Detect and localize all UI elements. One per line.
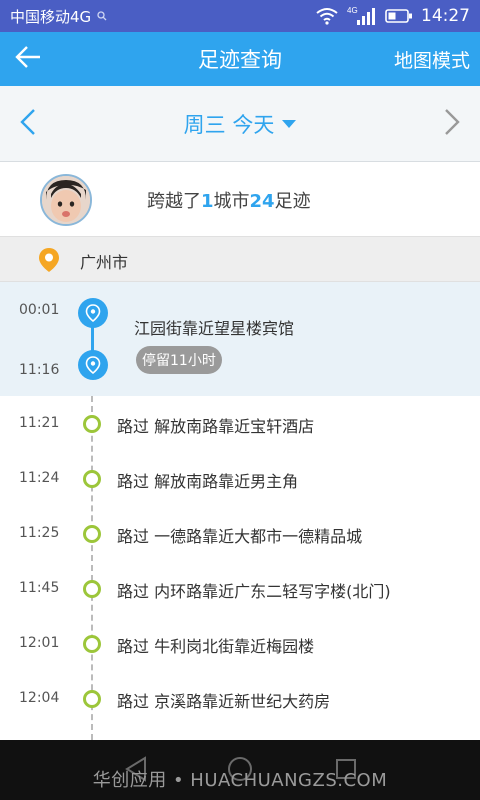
footprint-list: 11:21 路过 解放南路靠近宝轩酒店 11:24 路过 解放南路靠近男主角 1… (0, 396, 480, 740)
location-pin-icon (78, 350, 108, 380)
date-picker: 周三 今天 (0, 109, 480, 139)
city-header: 广州市 (0, 236, 480, 282)
avatar[interactable] (40, 174, 92, 226)
footprint-count: 24 (249, 191, 275, 212)
location-pin-icon (78, 298, 108, 328)
status-right-group: 4G 14:27 (315, 6, 470, 26)
list-item[interactable]: 12:04 路过 京溪路靠近新世纪大药房 (0, 671, 480, 726)
stay-place: 江园街靠近望星楼宾馆 (134, 319, 295, 338)
item-label: 路过 一德路靠近大都市一德精品城 (117, 527, 363, 546)
chevron-right-icon (443, 108, 461, 140)
item-time: 11:25 (19, 525, 60, 541)
item-time: 11:24 (19, 470, 60, 486)
item-label: 路过 内环路靠近广东二轻写字楼(北门) (117, 582, 391, 601)
summary-middle: 城市 (213, 191, 250, 212)
map-mode-button[interactable]: 地图模式 (394, 46, 480, 73)
city-count: 1 (201, 191, 214, 212)
clock: 14:27 (421, 6, 470, 26)
chevron-left-icon (19, 108, 37, 140)
stay-entry[interactable]: 00:01 11:16 江园街靠近望星楼宾馆 停留11小时 (0, 282, 480, 396)
search-icon (97, 11, 107, 21)
item-label: 路过 牛利岗北街靠近梅园楼 (117, 637, 315, 656)
ring-dot-icon (83, 525, 101, 543)
ring-dot-icon (83, 690, 101, 708)
summary-suffix: 足迹 (274, 191, 311, 212)
wifi-icon (315, 7, 339, 25)
item-label: 路过 解放南路靠近宝轩酒店 (117, 417, 315, 436)
city-name: 广州市 (80, 253, 129, 272)
item-time: 11:21 (19, 415, 60, 431)
item-time: 12:01 (19, 635, 60, 651)
list-item[interactable]: 11:45 路过 内环路靠近广东二轻写字楼(北门) (0, 561, 480, 616)
list-item[interactable]: 11:25 路过 一德路靠近大都市一德精品城 (0, 506, 480, 561)
ring-dot-icon (83, 580, 101, 598)
network-type: 4G (347, 6, 358, 15)
ring-dot-icon (83, 635, 101, 653)
triangle-back-icon (124, 756, 148, 786)
item-time: 12:04 (19, 690, 60, 706)
summary-text: 跨越了1城市24足迹 (147, 187, 311, 213)
item-time: 11:45 (19, 580, 60, 596)
nav-back-button[interactable] (116, 756, 156, 786)
back-button[interactable] (0, 32, 56, 86)
date-selector: 周三 今天 (0, 86, 480, 162)
item-label: 路过 京溪路靠近新世纪大药房 (117, 692, 331, 711)
list-item[interactable]: 11:21 路过 解放南路靠近宝轩酒店 (0, 396, 480, 451)
carrier-name: 中国移动4G (10, 7, 92, 26)
circle-home-icon (226, 755, 254, 787)
ring-dot-icon (83, 470, 101, 488)
battery-icon (385, 8, 413, 24)
item-label: 路过 解放南路靠近男主角 (117, 472, 299, 491)
signal-icon: 4G (347, 6, 377, 26)
title-bar: 足迹查询 地图模式 (0, 32, 480, 86)
summary-prefix: 跨越了 (147, 191, 201, 212)
stay-start-time: 00:01 (19, 302, 60, 318)
caret-down-icon[interactable] (282, 119, 297, 128)
list-item[interactable]: 11:24 路过 解放南路靠近男主角 (0, 451, 480, 506)
stay-end-time: 11:16 (19, 362, 60, 378)
list-item[interactable]: 12:01 路过 牛利岗北街靠近梅园楼 (0, 616, 480, 671)
status-bar: 中国移动4G 4G 14:27 (0, 0, 480, 32)
next-day-button[interactable] (424, 86, 480, 162)
previous-day-button[interactable] (0, 86, 56, 162)
map-pin-icon (38, 247, 60, 277)
ring-dot-icon (83, 415, 101, 433)
system-nav-bar: 华创应用 • HUACHUANGZS.COM (0, 740, 480, 800)
nav-home-button[interactable] (220, 756, 260, 786)
date-label[interactable]: 周三 今天 (184, 109, 275, 139)
carrier-group: 中国移动4G (10, 6, 107, 27)
footprint-summary: 跨越了1城市24足迹 (0, 162, 480, 236)
square-recents-icon (334, 757, 358, 785)
stay-duration-badge: 停留11小时 (136, 346, 222, 374)
arrow-left-icon (14, 45, 42, 73)
nav-recents-button[interactable] (326, 756, 366, 786)
